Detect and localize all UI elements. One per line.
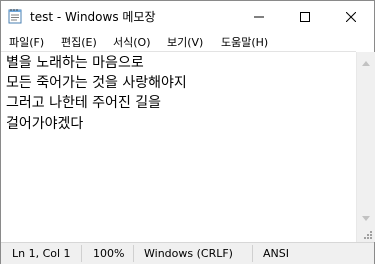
- menu-help[interactable]: 도움말(H): [221, 34, 268, 50]
- vertical-scrollbar[interactable]: [356, 52, 375, 242]
- menu-view[interactable]: 보기(V): [167, 34, 203, 50]
- scroll-down-button[interactable]: [357, 207, 375, 224]
- menu-format[interactable]: 서식(O): [113, 34, 150, 50]
- minimize-icon: [254, 7, 264, 26]
- menu-edit[interactable]: 편집(E): [61, 34, 97, 50]
- status-bar: Ln 1, Col 1 100% Windows (CRLF) ANSI: [1, 242, 374, 264]
- text-line: 걸어가야겠다: [6, 116, 84, 132]
- zoom-level: 100%: [93, 247, 125, 260]
- scroll-up-button[interactable]: [357, 52, 375, 69]
- text-editor[interactable]: 별을 노래하는 마음으로 모든 죽어가는 것을 사랑해야지 그러고 나한테 주어…: [1, 51, 356, 242]
- maximize-icon: [300, 7, 310, 26]
- cursor-position: Ln 1, Col 1: [12, 247, 71, 260]
- menu-file[interactable]: 파일(F): [9, 34, 44, 50]
- title-bar[interactable]: test - Windows 메모장: [1, 1, 374, 31]
- status-divider: [81, 245, 82, 262]
- status-divider: [133, 245, 134, 262]
- text-line: 별을 노래하는 마음으로: [6, 55, 144, 71]
- size-grip-icon[interactable]: [357, 225, 375, 242]
- notepad-icon: [8, 8, 22, 24]
- arrow-down-icon: [362, 206, 370, 225]
- maximize-button[interactable]: [282, 1, 328, 31]
- close-button[interactable]: [328, 1, 374, 31]
- arrow-up-icon: [362, 51, 370, 70]
- line-ending: Windows (CRLF): [144, 247, 233, 260]
- menu-bar: 파일(F) 편집(E) 서식(O) 보기(V) 도움말(H): [1, 31, 374, 51]
- text-line: 그러고 나한테 주어진 길을: [6, 95, 162, 111]
- status-divider: [252, 245, 253, 262]
- window-title: test - Windows 메모장: [30, 10, 156, 24]
- close-icon: [345, 7, 357, 26]
- minimize-button[interactable]: [236, 1, 282, 31]
- encoding: ANSI: [263, 247, 289, 260]
- text-line: 모든 죽어가는 것을 사랑해야지: [6, 75, 187, 91]
- notepad-window: test - Windows 메모장 파일(F) 편집(E) 서식(O) 보기(…: [0, 0, 375, 264]
